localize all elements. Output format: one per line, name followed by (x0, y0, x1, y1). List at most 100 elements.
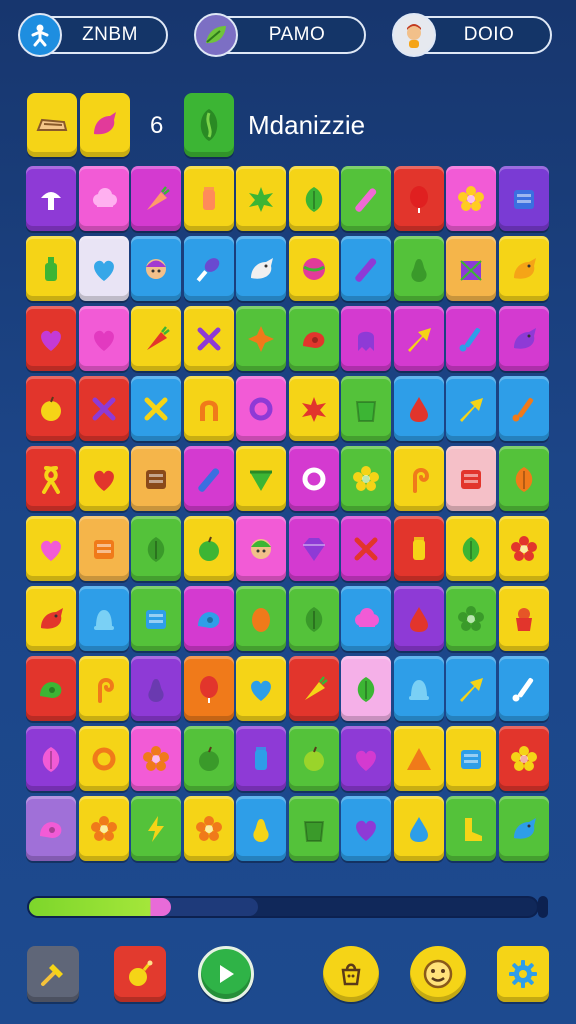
board-tile[interactable] (341, 376, 391, 441)
board-tile[interactable] (341, 796, 391, 861)
board-tile[interactable] (131, 236, 181, 301)
board-tile[interactable] (26, 586, 76, 651)
board-tile[interactable] (26, 236, 76, 301)
board-tile[interactable] (131, 166, 181, 231)
board-tile[interactable] (26, 306, 76, 371)
board-tile[interactable] (26, 726, 76, 791)
board-tile[interactable] (446, 726, 496, 791)
board-tile[interactable] (288, 516, 339, 581)
board-tile[interactable] (393, 726, 444, 791)
board-tile[interactable] (341, 726, 391, 791)
board-tile[interactable] (131, 726, 181, 791)
board-tile[interactable] (78, 166, 129, 231)
board-tile[interactable] (446, 166, 496, 231)
board-tile[interactable] (446, 656, 496, 721)
board-tile[interactable] (78, 376, 129, 441)
bomb-button[interactable] (114, 946, 166, 1002)
board-tile[interactable] (131, 306, 181, 371)
board-tile[interactable] (183, 516, 234, 581)
board-tile[interactable] (131, 586, 181, 651)
board-tile[interactable] (446, 586, 496, 651)
board-tile[interactable] (341, 516, 391, 581)
profile-button[interactable] (410, 946, 466, 1002)
board-tile[interactable] (288, 166, 339, 231)
stat-pill-3[interactable]: DOIO (392, 13, 552, 57)
board-tile[interactable] (78, 446, 129, 511)
board-tile[interactable] (288, 446, 339, 511)
board-tile[interactable] (393, 586, 444, 651)
board-tile[interactable] (183, 306, 234, 371)
board-tile[interactable] (288, 726, 339, 791)
board-tile[interactable] (236, 236, 286, 301)
board-tile[interactable] (236, 656, 286, 721)
board-tile[interactable] (498, 306, 549, 371)
board-tile[interactable] (131, 376, 181, 441)
board-tile[interactable] (393, 306, 444, 371)
board-tile[interactable] (236, 796, 286, 861)
board-tile[interactable] (446, 516, 496, 581)
game-board[interactable] (26, 166, 552, 861)
board-tile[interactable] (393, 446, 444, 511)
board-tile[interactable] (78, 516, 129, 581)
board-tile[interactable] (393, 516, 444, 581)
board-tile[interactable] (78, 726, 129, 791)
play-button[interactable] (198, 946, 254, 1002)
board-tile[interactable] (288, 376, 339, 441)
board-tile[interactable] (236, 376, 286, 441)
board-tile[interactable] (288, 796, 339, 861)
board-tile[interactable] (78, 306, 129, 371)
board-tile[interactable] (446, 796, 496, 861)
board-tile[interactable] (341, 166, 391, 231)
board-tile[interactable] (393, 236, 444, 301)
board-tile[interactable] (288, 306, 339, 371)
board-tile[interactable] (341, 656, 391, 721)
board-tile[interactable] (183, 166, 234, 231)
board-tile[interactable] (183, 656, 234, 721)
board-tile[interactable] (393, 796, 444, 861)
board-tile[interactable] (78, 236, 129, 301)
board-tile[interactable] (78, 656, 129, 721)
hammer-button[interactable] (27, 946, 79, 1002)
board-tile[interactable] (236, 306, 286, 371)
board-tile[interactable] (26, 166, 76, 231)
board-tile[interactable] (498, 376, 549, 441)
board-tile[interactable] (236, 166, 286, 231)
board-tile[interactable] (236, 586, 286, 651)
stat-pill-1[interactable]: ZNBM (18, 13, 168, 57)
board-tile[interactable] (288, 586, 339, 651)
board-tile[interactable] (78, 586, 129, 651)
board-tile[interactable] (131, 516, 181, 581)
board-tile[interactable] (183, 726, 234, 791)
board-tile[interactable] (236, 446, 286, 511)
board-tile[interactable] (183, 236, 234, 301)
board-tile[interactable] (498, 726, 549, 791)
board-tile[interactable] (183, 796, 234, 861)
board-tile[interactable] (446, 306, 496, 371)
settings-button[interactable] (497, 946, 549, 1002)
board-tile[interactable] (446, 446, 496, 511)
board-tile[interactable] (26, 446, 76, 511)
board-tile[interactable] (26, 796, 76, 861)
board-tile[interactable] (393, 166, 444, 231)
board-tile[interactable] (498, 656, 549, 721)
board-tile[interactable] (131, 446, 181, 511)
stat-pill-2[interactable]: PAMO (194, 13, 366, 57)
board-tile[interactable] (341, 446, 391, 511)
board-tile[interactable] (131, 656, 181, 721)
board-tile[interactable] (288, 236, 339, 301)
board-tile[interactable] (393, 656, 444, 721)
board-tile[interactable] (288, 656, 339, 721)
board-tile[interactable] (26, 656, 76, 721)
board-tile[interactable] (183, 446, 234, 511)
board-tile[interactable] (498, 796, 549, 861)
board-tile[interactable] (26, 376, 76, 441)
board-tile[interactable] (236, 516, 286, 581)
board-tile[interactable] (183, 376, 234, 441)
board-tile[interactable] (341, 236, 391, 301)
board-tile[interactable] (26, 516, 76, 581)
board-tile[interactable] (498, 166, 549, 231)
board-tile[interactable] (498, 586, 549, 651)
board-tile[interactable] (446, 376, 496, 441)
board-tile[interactable] (498, 516, 549, 581)
board-tile[interactable] (498, 446, 549, 511)
